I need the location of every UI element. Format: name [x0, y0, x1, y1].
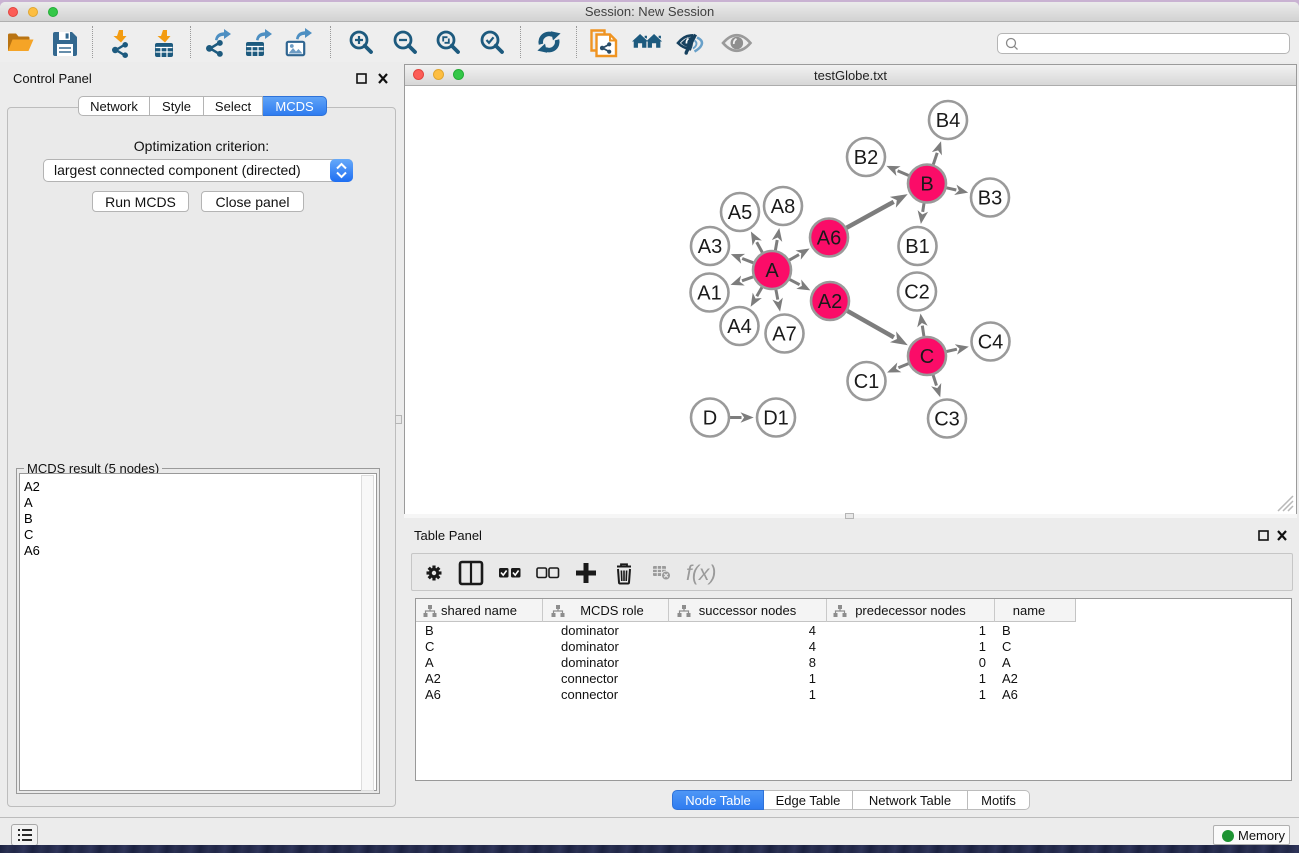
- svg-text:A3: A3: [698, 236, 722, 258]
- svg-text:C1: C1: [854, 371, 880, 393]
- svg-text:A8: A8: [771, 196, 795, 218]
- svg-text:B3: B3: [978, 188, 1002, 210]
- svg-text:A7: A7: [772, 324, 796, 346]
- svg-text:A: A: [765, 260, 779, 282]
- svg-text:C2: C2: [904, 282, 930, 304]
- svg-text:A6: A6: [817, 228, 841, 250]
- svg-text:B4: B4: [936, 110, 960, 132]
- svg-text:C: C: [920, 346, 934, 368]
- svg-text:f(x): f(x): [686, 562, 716, 585]
- svg-text:B1: B1: [905, 236, 929, 258]
- svg-text:B: B: [920, 174, 933, 196]
- svg-text:A4: A4: [727, 316, 751, 338]
- svg-text:D1: D1: [763, 408, 789, 430]
- svg-text:D: D: [703, 408, 717, 430]
- svg-text:C3: C3: [934, 409, 960, 431]
- svg-text:C4: C4: [978, 332, 1004, 354]
- svg-text:A5: A5: [728, 202, 752, 224]
- svg-text:B2: B2: [854, 147, 878, 169]
- svg-text:A1: A1: [697, 283, 721, 305]
- svg-text:A2: A2: [818, 291, 842, 313]
